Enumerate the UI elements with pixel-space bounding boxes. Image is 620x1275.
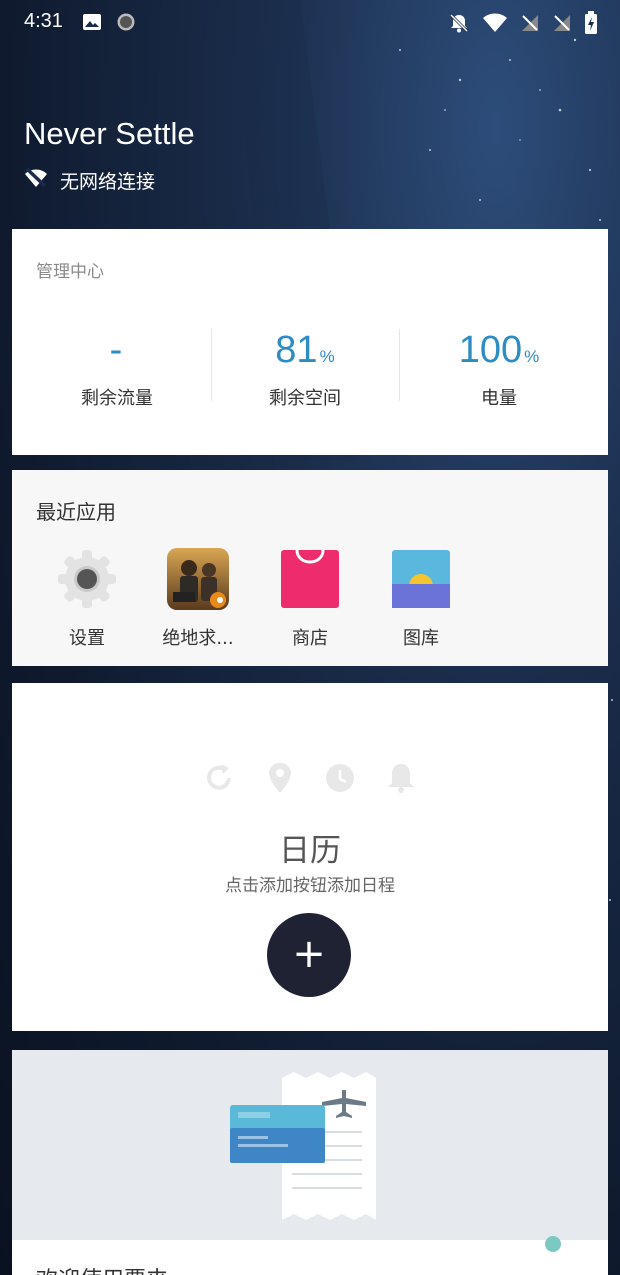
- stat-storage-remaining[interactable]: 81% 剩余空间: [210, 324, 400, 410]
- status-bar: 4:31: [0, 0, 620, 46]
- app-label: 设置: [69, 628, 105, 649]
- calendar-subtitle: 点击添加按钮添加日程: [225, 876, 395, 896]
- image-icon: [82, 12, 102, 36]
- stat-unit: %: [319, 347, 335, 366]
- app-gallery[interactable]: 图库: [376, 548, 466, 650]
- network-status: 无网络连接: [24, 167, 155, 194]
- add-event-button[interactable]: +: [267, 913, 351, 997]
- recent-apps-card: 最近应用 设置 绝地求... 商店 图库: [12, 470, 608, 666]
- network-status-text: 无网络连接: [60, 171, 156, 193]
- stat-value: 100: [458, 329, 523, 371]
- location-pin-icon: [263, 761, 297, 799]
- stat-label: 剩余流量: [81, 388, 153, 409]
- ticket-illustration: [230, 1072, 376, 1220]
- app-label: 商店: [292, 628, 328, 649]
- refresh-icon: [202, 761, 236, 799]
- stat-data-remaining[interactable]: - 剩余流量: [22, 324, 212, 410]
- app-label: 绝地求...: [162, 628, 234, 649]
- stat-value: -: [109, 329, 123, 371]
- stat-label: 电量: [481, 388, 517, 409]
- gear-icon: [56, 548, 118, 610]
- divider: [399, 329, 400, 401]
- welcome-card[interactable]: 欢迎使用票夹: [12, 1050, 608, 1275]
- bell-icon: [384, 761, 418, 799]
- battery-charging-icon: [584, 11, 598, 39]
- app-store[interactable]: 商店: [265, 548, 355, 650]
- header-title: Never Settle: [24, 116, 195, 151]
- calendar-title: 日历: [279, 833, 341, 869]
- bell-off-icon: [448, 12, 470, 38]
- stat-battery[interactable]: 100% 电量: [404, 324, 594, 410]
- app-label: 图库: [403, 628, 439, 649]
- wifi-icon: [482, 12, 508, 38]
- stat-value: 81: [275, 329, 318, 371]
- management-card[interactable]: 管理中心 - 剩余流量 81% 剩余空间 100% 电量: [12, 229, 608, 455]
- shopping-bag-icon: [279, 548, 341, 610]
- recent-apps-title: 最近应用: [36, 500, 116, 524]
- clock-icon: [323, 761, 357, 799]
- app-settings[interactable]: 设置: [42, 548, 132, 650]
- game-icon: [167, 548, 229, 610]
- calendar-card: 日历 点击添加按钮添加日程 +: [12, 683, 608, 1031]
- stat-label: 剩余空间: [269, 388, 341, 409]
- welcome-title: 欢迎使用票夹: [36, 1262, 168, 1275]
- signal-off-icon: [520, 13, 540, 37]
- circle-indicator-icon: [116, 12, 136, 36]
- management-title: 管理中心: [36, 262, 104, 282]
- signal-off-icon-2: [552, 13, 572, 37]
- app-pubg[interactable]: 绝地求...: [153, 548, 243, 650]
- gallery-icon: [390, 548, 452, 610]
- stat-unit: %: [524, 347, 540, 366]
- status-time: 4:31: [24, 10, 63, 32]
- wifi-off-icon: [24, 167, 48, 194]
- indicator-dot: [545, 1236, 561, 1252]
